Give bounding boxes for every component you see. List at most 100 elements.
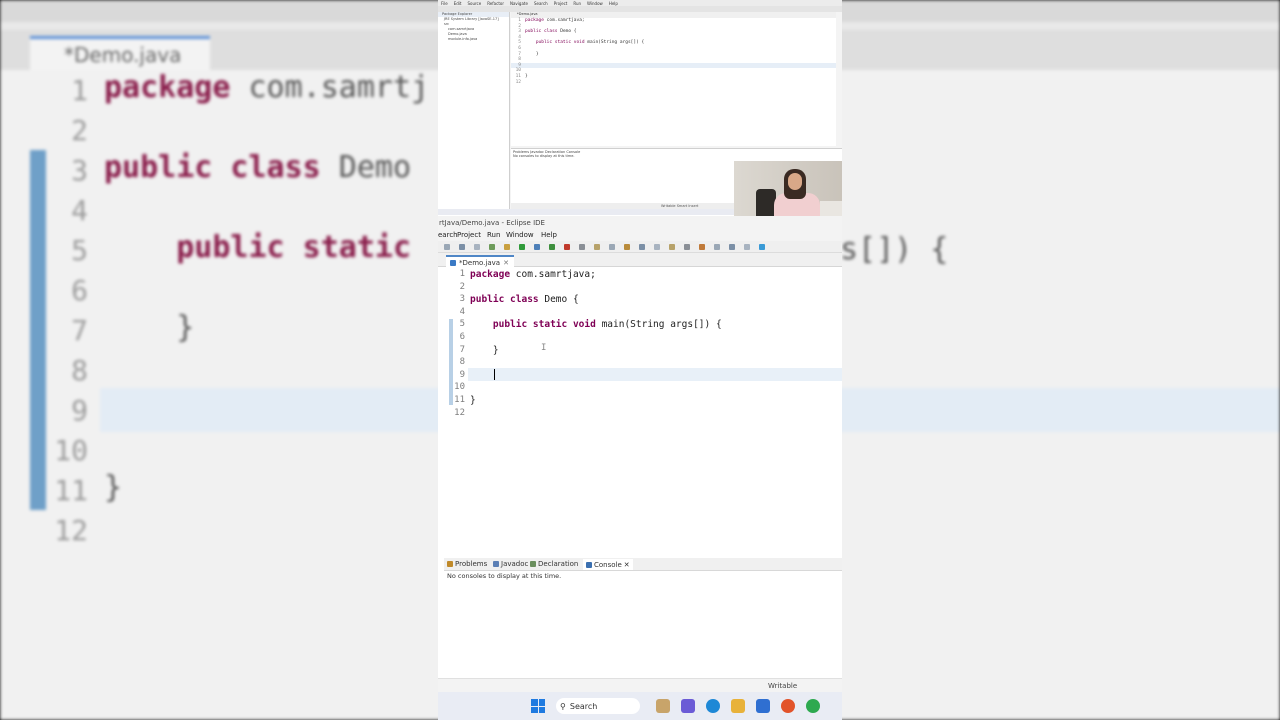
toolbar-button-icon[interactable] [609, 244, 615, 250]
console-tab-declaration[interactable]: Declaration [530, 560, 578, 568]
console-icon [586, 561, 592, 568]
toolbar-button-icon[interactable] [534, 244, 540, 250]
menubar: earch Project Run Window Help [438, 230, 842, 241]
code-text: public class Demo { [470, 294, 579, 306]
webcam-desk [820, 201, 842, 216]
windows-start-icon[interactable] [531, 699, 545, 713]
mini-line-number: 9 [518, 62, 521, 68]
mini-code-line: 12 [511, 80, 836, 86]
background-keyword: public class [104, 150, 321, 185]
background-line-number: 10 [54, 434, 88, 467]
statusbar: Writable [438, 678, 842, 692]
menu-run[interactable]: Run [487, 231, 500, 239]
horizontal-scrollbar[interactable] [438, 546, 842, 554]
menu-help[interactable]: Help [541, 231, 557, 239]
mini-package-explorer: Package Explorer JRE System Library [Jav… [438, 12, 510, 212]
toolbar-button-icon[interactable] [654, 244, 660, 250]
toolbar-button-icon[interactable] [759, 244, 765, 250]
background-line-number: 8 [71, 354, 88, 387]
toolbar-button-icon[interactable] [684, 244, 690, 250]
mini-line-number: 11 [515, 73, 521, 79]
toolbar-button-icon[interactable] [639, 244, 645, 250]
toolbar-button-icon[interactable] [594, 244, 600, 250]
ibeam-cursor-icon: I [541, 343, 547, 353]
toolbar-button-icon[interactable] [474, 244, 480, 250]
console-tab-javadoc[interactable]: Javadoc [493, 560, 528, 568]
line-number: 2 [459, 281, 465, 292]
background-line-number: 1 [71, 74, 88, 107]
toolbar-button-icon[interactable] [744, 244, 750, 250]
chrome-icon[interactable] [806, 699, 820, 713]
file-explorer-icon[interactable] [731, 699, 745, 713]
toolbar-button-icon[interactable] [504, 244, 510, 250]
keyword: public class [470, 294, 539, 306]
javadoc-icon [493, 561, 499, 567]
toolbar-button-icon[interactable] [564, 244, 570, 250]
line-number: 9 [459, 369, 465, 380]
toolbar-button-icon[interactable] [729, 244, 735, 250]
editor-tab-demo-java[interactable]: *Demo.java ✕ [446, 255, 514, 267]
java-file-icon [450, 259, 456, 266]
mini-line-number: 8 [518, 57, 521, 63]
console-tab-label: Console [594, 560, 622, 569]
line-number: 1 [459, 269, 465, 279]
console-view: No consoles to display at this time. [444, 571, 842, 676]
mail-icon[interactable] [756, 699, 770, 713]
mini-keyword: public class [525, 29, 558, 35]
background-code-line: public static [104, 230, 411, 265]
window-title: rtJava/Demo.java - Eclipse IDE [438, 216, 842, 230]
background-line-number: 9 [71, 394, 88, 427]
console-tab-problems[interactable]: Problems [447, 560, 487, 568]
toolbar-button-icon[interactable] [459, 244, 465, 250]
mini-line-number: 2 [518, 23, 521, 29]
search-icon: ⚲ [560, 701, 566, 711]
toolbar-button-icon[interactable] [669, 244, 675, 250]
taskbar-search-label: Search [569, 701, 598, 711]
menu-window[interactable]: Window [506, 231, 534, 239]
toolbar-button-icon[interactable] [519, 244, 525, 250]
toolbar-button-icon[interactable] [624, 244, 630, 250]
problems-icon [447, 561, 453, 567]
mini-line-number: 3 [518, 29, 521, 35]
mini-line-number: 5 [518, 40, 521, 46]
console-tab-console[interactable]: Console ✕ [583, 559, 633, 570]
mini-line-number: 7 [518, 51, 521, 57]
menu-earch[interactable]: earch [438, 231, 458, 239]
line-number: 4 [459, 306, 465, 317]
code-editor[interactable]: 1 package com.samrtjava; 2 3 public class De… [438, 268, 842, 546]
line-number: 3 [459, 294, 465, 305]
toolbar-button-icon[interactable] [489, 244, 495, 250]
firefox-icon[interactable] [781, 699, 795, 713]
toolbar-button-icon[interactable] [699, 244, 705, 250]
windows-taskbar: ⚲ Search [438, 692, 842, 720]
current-line-highlight [468, 368, 842, 381]
line-number: 5 [459, 319, 465, 330]
toolbar-button-icon[interactable] [444, 244, 450, 250]
webcam-chair [756, 189, 776, 216]
mini-status-text: Writable Smart Insert [661, 204, 699, 208]
weather-icon[interactable] [656, 699, 670, 713]
menu-project[interactable]: Project [457, 231, 481, 239]
background-line-number: 4 [71, 194, 88, 227]
mini-line-number: 1 [518, 18, 521, 23]
toolbar-button-icon[interactable] [579, 244, 585, 250]
edge-icon[interactable] [706, 699, 720, 713]
console-tabbar: Problems Javadoc Declaration Console ✕ [444, 558, 842, 571]
background-editor-tab: *Demo.java [30, 36, 210, 70]
close-icon[interactable]: ✕ [503, 259, 509, 267]
console-tab-label: Declaration [538, 560, 579, 568]
background-line-number: 7 [71, 314, 88, 347]
toolbar [438, 241, 842, 253]
code-text: package com.samrtjava; [470, 269, 596, 280]
toolbar-button-icon[interactable] [714, 244, 720, 250]
close-icon[interactable]: ✕ [624, 561, 630, 569]
toolbar-button-icon[interactable] [549, 244, 555, 250]
taskbar-search[interactable]: ⚲ Search [556, 698, 640, 714]
background-change-marker [30, 150, 46, 510]
background-line-number: 3 [71, 154, 88, 187]
mini-menu-item: File [441, 0, 448, 6]
status-writable: Writable [768, 682, 798, 690]
teams-icon[interactable] [681, 699, 695, 713]
declaration-icon [530, 561, 536, 567]
background-code-line: } [104, 470, 123, 505]
